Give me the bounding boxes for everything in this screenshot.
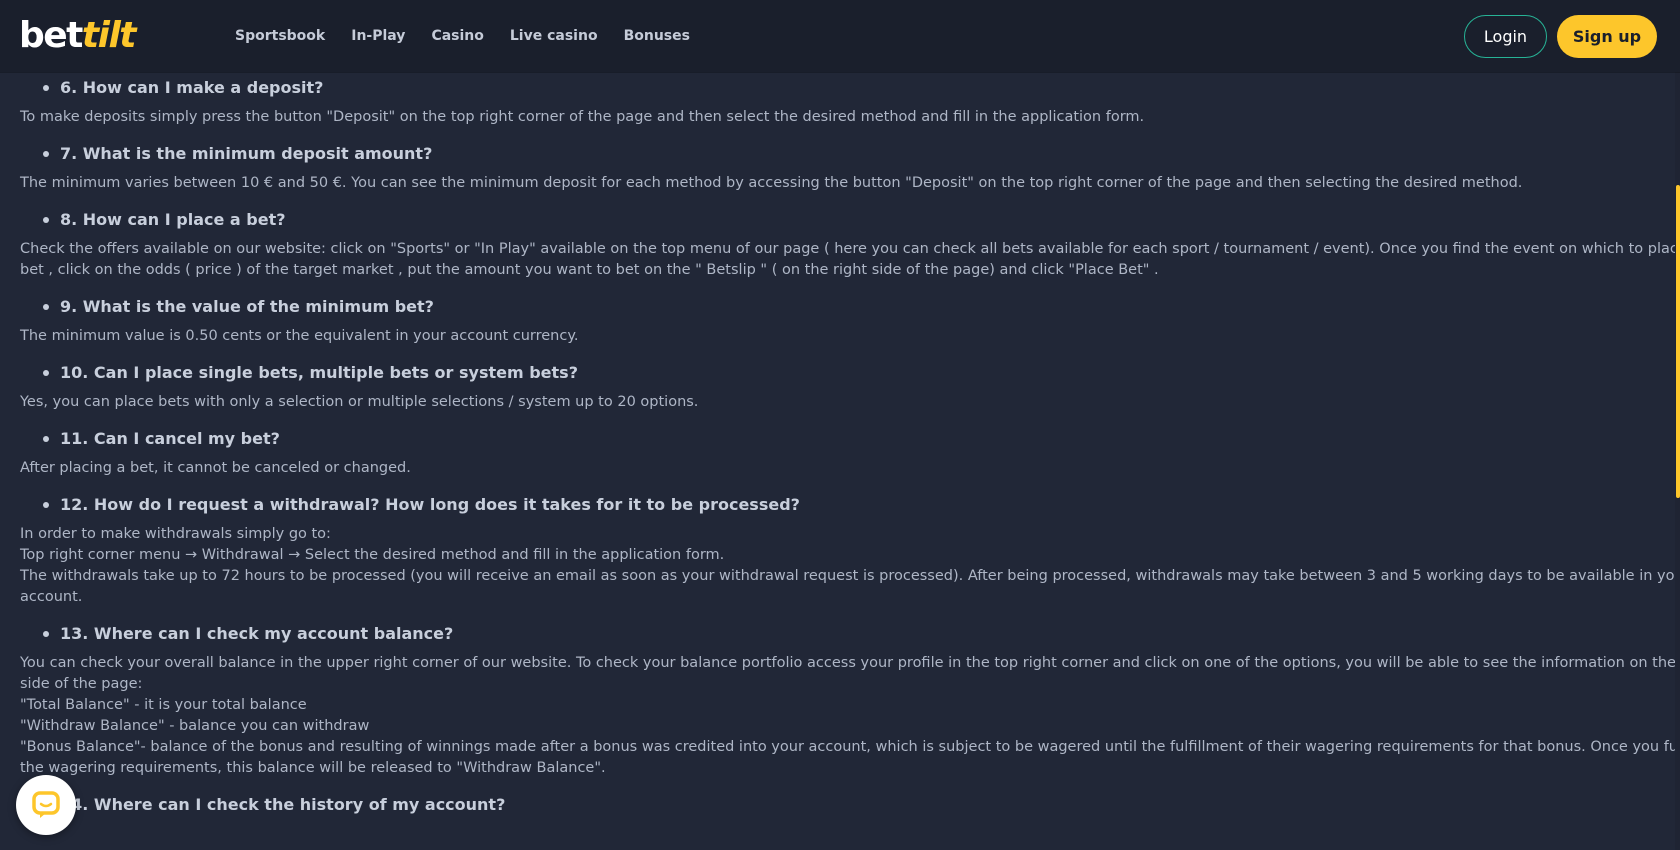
faq-answer-line: Check the offers available on our websit… bbox=[20, 241, 1680, 257]
faq-answer-line: In order to make withdrawals simply go t… bbox=[20, 526, 331, 542]
faq-answer-line: The minimum varies between 10 € and 50 €… bbox=[20, 175, 1523, 191]
faq-answer-line: account. bbox=[20, 589, 83, 605]
faq-question: 7. What is the minimum deposit amount? bbox=[20, 138, 1660, 170]
main-nav: Sportsbook In-Play Casino Live casino Bo… bbox=[235, 0, 716, 72]
faq-answer-line: "Total Balance" - it is your total balan… bbox=[20, 697, 307, 713]
faq-answer: The minimum varies between 10 € and 50 €… bbox=[20, 173, 1660, 194]
faq-content: 6. How can I make a deposit? To make depo… bbox=[20, 72, 1680, 821]
nav-bonuses[interactable]: Bonuses bbox=[624, 28, 690, 44]
bettilt-logo[interactable]: bettilt bbox=[19, 14, 137, 58]
faq-answer-line: bet , click on the odds ( price ) of the… bbox=[20, 262, 1159, 278]
faq-answer-line: side of the page: bbox=[20, 676, 143, 692]
site-header: bettilt Sportsbook In-Play Casino Live c… bbox=[0, 0, 1680, 72]
scrollbar-thumb[interactable] bbox=[1676, 185, 1680, 498]
faq-question: 6. How can I make a deposit? bbox=[20, 72, 1660, 104]
nav-in-play[interactable]: In-Play bbox=[351, 28, 405, 44]
login-button[interactable]: Login bbox=[1464, 15, 1547, 58]
faq-answer: Yes, you can place bets with only a sele… bbox=[20, 392, 1660, 413]
faq-answer-line: Yes, you can place bets with only a sele… bbox=[20, 394, 699, 410]
chat-bubble-icon bbox=[32, 791, 60, 818]
faq-answer-line: the wagering requirements, this balance … bbox=[20, 760, 606, 776]
faq-answer: The minimum value is 0.50 cents or the e… bbox=[20, 326, 1660, 347]
sign-up-button[interactable]: Sign up bbox=[1557, 15, 1657, 58]
faq-question: 12. How do I request a withdrawal? How l… bbox=[20, 489, 1660, 521]
faq-answer: In order to make withdrawals simply go t… bbox=[20, 524, 1680, 608]
logo-bet: bet bbox=[19, 15, 83, 56]
nav-casino[interactable]: Casino bbox=[431, 28, 483, 44]
faq-answer-line: To make deposits simply press the button… bbox=[20, 109, 1145, 125]
faq-question: 9. What is the value of the minimum bet? bbox=[20, 291, 1660, 323]
faq-answer-line: The minimum value is 0.50 cents or the e… bbox=[20, 328, 579, 344]
live-chat-button[interactable] bbox=[16, 775, 76, 835]
faq-question: 11. Can I cancel my bet? bbox=[20, 423, 1660, 455]
faq-answer-line: You can check your overall balance in th… bbox=[20, 655, 1680, 671]
faq-answer: To make deposits simply press the button… bbox=[20, 107, 1660, 128]
faq-answer-line: "Bonus Balance"- balance of the bonus an… bbox=[20, 739, 1680, 755]
logo-tilt: tilt bbox=[81, 15, 137, 56]
faq-answer-line: The withdrawals take up to 72 hours to b… bbox=[20, 568, 1680, 584]
nav-live-casino[interactable]: Live casino bbox=[510, 28, 598, 44]
faq-answer-line: "Withdraw Balance" - balance you can wit… bbox=[20, 718, 370, 734]
faq-question: 14. Where can I check the history of my … bbox=[20, 789, 1660, 821]
faq-answer: After placing a bet, it cannot be cancel… bbox=[20, 458, 1660, 479]
faq-question: 13. Where can I check my account balance… bbox=[20, 618, 1660, 650]
faq-answer-line: Top right corner menu → Withdrawal → Sel… bbox=[20, 547, 725, 563]
faq-question: 8. How can I place a bet? bbox=[20, 204, 1660, 236]
faq-question: 10. Can I place single bets, multiple be… bbox=[20, 357, 1660, 389]
faq-answer: Check the offers available on our websit… bbox=[20, 239, 1680, 281]
faq-answer: You can check your overall balance in th… bbox=[20, 653, 1680, 779]
nav-sportsbook[interactable]: Sportsbook bbox=[235, 28, 325, 44]
faq-answer-line: After placing a bet, it cannot be cancel… bbox=[20, 460, 411, 476]
